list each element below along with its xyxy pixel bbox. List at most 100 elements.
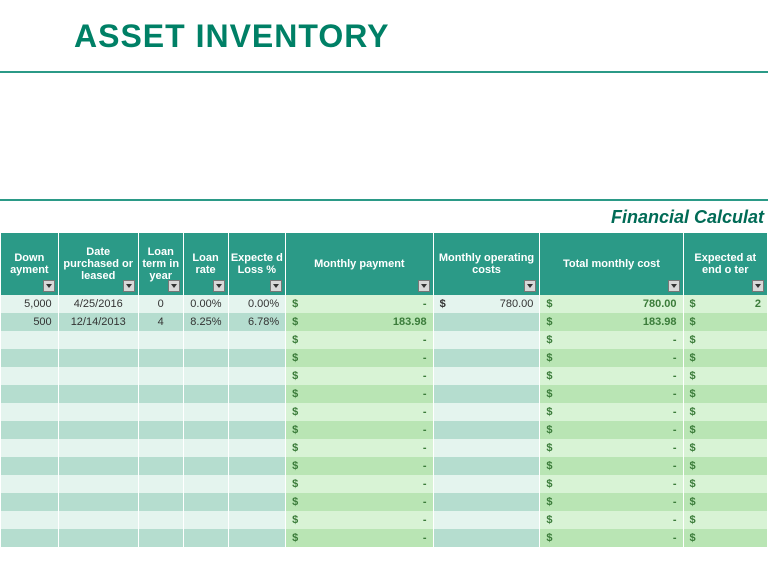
cell[interactable] <box>138 475 183 493</box>
cell[interactable] <box>58 367 138 385</box>
cell[interactable]: 0.00% <box>228 295 286 313</box>
cell[interactable]: 6.78% <box>228 313 286 331</box>
filter-icon[interactable] <box>213 280 225 292</box>
col-total-monthly[interactable]: Total monthly cost <box>540 233 683 295</box>
cell-money[interactable]: $ <box>683 457 767 475</box>
cell[interactable] <box>228 529 286 547</box>
cell-money[interactable]: $- <box>540 385 683 403</box>
cell-money[interactable]: $- <box>286 511 433 529</box>
cell-money[interactable]: $- <box>540 367 683 385</box>
cell[interactable] <box>58 385 138 403</box>
cell[interactable] <box>228 439 286 457</box>
filter-icon[interactable] <box>524 280 536 292</box>
cell[interactable] <box>183 331 228 349</box>
cell-money[interactable]: $ <box>683 331 767 349</box>
cell-money[interactable]: $- <box>540 331 683 349</box>
cell-money[interactable]: $- <box>540 439 683 457</box>
cell-money[interactable] <box>433 313 540 331</box>
cell-money[interactable]: $ <box>683 385 767 403</box>
cell[interactable] <box>138 439 183 457</box>
cell-money[interactable]: $- <box>286 457 433 475</box>
cell[interactable] <box>138 331 183 349</box>
table-row[interactable]: $-$-$ <box>1 349 768 367</box>
cell-money[interactable]: $- <box>286 385 433 403</box>
cell-money[interactable]: $2 <box>683 295 767 313</box>
cell-money[interactable]: $780.00 <box>433 295 540 313</box>
cell[interactable] <box>228 475 286 493</box>
filter-icon[interactable] <box>123 280 135 292</box>
filter-icon[interactable] <box>752 280 764 292</box>
cell[interactable] <box>1 511 59 529</box>
cell-money[interactable]: $ <box>683 367 767 385</box>
table-row[interactable]: $-$-$ <box>1 403 768 421</box>
cell-money[interactable]: $ <box>683 511 767 529</box>
cell[interactable] <box>228 511 286 529</box>
table-row[interactable]: $-$-$ <box>1 439 768 457</box>
cell-money[interactable] <box>433 403 540 421</box>
table-row[interactable]: 5,0004/25/201600.00%0.00%$-$780.00$780.0… <box>1 295 768 313</box>
col-monthly-payment[interactable]: Monthly payment <box>286 233 433 295</box>
cell-money[interactable]: $ <box>683 421 767 439</box>
cell[interactable] <box>1 403 59 421</box>
cell[interactable] <box>58 529 138 547</box>
cell-money[interactable]: $- <box>286 403 433 421</box>
cell-money[interactable] <box>433 511 540 529</box>
cell-money[interactable]: $ <box>683 475 767 493</box>
cell[interactable] <box>138 457 183 475</box>
cell[interactable]: 4/25/2016 <box>58 295 138 313</box>
cell[interactable] <box>183 403 228 421</box>
cell[interactable] <box>183 493 228 511</box>
cell[interactable]: 500 <box>1 313 59 331</box>
cell-money[interactable]: $- <box>540 421 683 439</box>
cell[interactable] <box>183 511 228 529</box>
cell-money[interactable] <box>433 457 540 475</box>
filter-icon[interactable] <box>668 280 680 292</box>
cell-money[interactable]: $- <box>286 475 433 493</box>
cell-money[interactable] <box>433 475 540 493</box>
cell[interactable] <box>138 493 183 511</box>
cell[interactable] <box>58 475 138 493</box>
col-loan-term[interactable]: Loan term in year <box>138 233 183 295</box>
cell[interactable] <box>138 529 183 547</box>
cell-money[interactable]: $ <box>683 529 767 547</box>
cell-money[interactable]: $ <box>683 493 767 511</box>
cell[interactable] <box>138 349 183 367</box>
table-row[interactable]: $-$-$ <box>1 529 768 547</box>
cell-money[interactable] <box>433 367 540 385</box>
cell[interactable] <box>183 439 228 457</box>
cell[interactable] <box>138 511 183 529</box>
table-row[interactable]: $-$-$ <box>1 457 768 475</box>
cell-money[interactable]: $- <box>286 349 433 367</box>
cell-money[interactable] <box>433 421 540 439</box>
cell[interactable] <box>228 403 286 421</box>
cell[interactable] <box>228 367 286 385</box>
cell[interactable] <box>228 349 286 367</box>
cell[interactable] <box>228 421 286 439</box>
cell[interactable] <box>1 421 59 439</box>
cell-money[interactable]: $- <box>286 493 433 511</box>
cell-money[interactable]: $- <box>540 475 683 493</box>
cell[interactable] <box>58 421 138 439</box>
cell-money[interactable]: $- <box>540 529 683 547</box>
col-expected-value[interactable]: Expected at end o ter <box>683 233 767 295</box>
table-row[interactable]: $-$-$ <box>1 475 768 493</box>
filter-icon[interactable] <box>418 280 430 292</box>
cell-money[interactable] <box>433 385 540 403</box>
table-row[interactable]: $-$-$ <box>1 331 768 349</box>
cell[interactable] <box>58 439 138 457</box>
cell[interactable] <box>1 385 59 403</box>
cell-money[interactable]: $780.00 <box>540 295 683 313</box>
cell[interactable] <box>183 349 228 367</box>
cell[interactable] <box>228 493 286 511</box>
filter-icon[interactable] <box>168 280 180 292</box>
col-loan-rate[interactable]: Loan rate <box>183 233 228 295</box>
cell[interactable] <box>1 457 59 475</box>
cell[interactable]: 8.25% <box>183 313 228 331</box>
cell[interactable] <box>138 367 183 385</box>
cell[interactable] <box>228 457 286 475</box>
cell[interactable] <box>228 385 286 403</box>
cell[interactable] <box>58 457 138 475</box>
cell-money[interactable]: $ <box>683 349 767 367</box>
col-down-payment[interactable]: Down ayment <box>1 233 59 295</box>
table-row[interactable]: $-$-$ <box>1 493 768 511</box>
